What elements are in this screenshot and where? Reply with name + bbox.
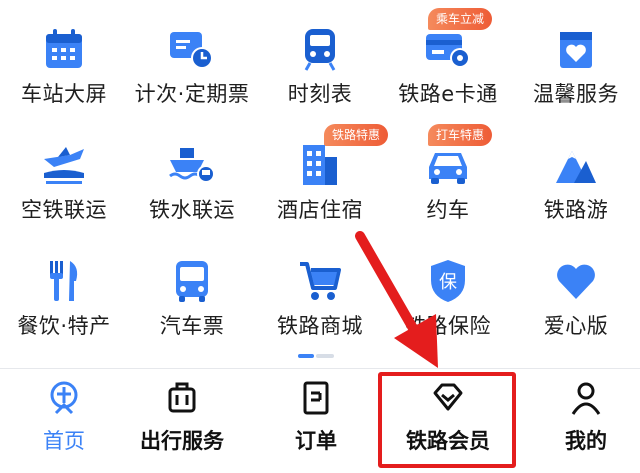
ticket-clock-icon <box>167 26 217 72</box>
hotel-icon <box>295 142 345 188</box>
insurance-icon-text: 保 <box>439 272 457 293</box>
service-label: 铁路商城 <box>277 314 363 338</box>
car-icon <box>423 142 473 188</box>
service-food-specialty[interactable]: 餐饮·特产 <box>0 232 128 344</box>
tab-label: 出行服务 <box>140 429 224 453</box>
service-rail-water[interactable]: 铁水联运 <box>128 116 256 228</box>
service-railway-insurance[interactable]: 保 铁路保险 <box>384 232 512 344</box>
calendar-board-icon <box>39 26 89 72</box>
highlight-box <box>378 372 516 468</box>
tab-label: 我的 <box>565 429 607 453</box>
service-multi-ride-ticket[interactable]: 计次·定期票 <box>128 0 256 112</box>
service-label: 汽车票 <box>159 314 225 338</box>
bottom-tab-bar: 首页 出行服务 订单 铁路会员 我的 <box>0 368 640 473</box>
service-bus-ticket[interactable]: 汽车票 <box>128 232 256 344</box>
service-label: 温馨服务 <box>533 82 619 106</box>
cart-icon <box>295 258 345 304</box>
tab-travel-services[interactable]: 出行服务 <box>118 369 246 473</box>
home-railway-icon <box>48 381 80 415</box>
person-icon <box>570 381 602 415</box>
plane-train-icon <box>39 142 89 188</box>
service-railway-mall[interactable]: 铁路商城 <box>256 232 384 344</box>
service-label: 餐饮·特产 <box>17 314 111 338</box>
train-front-icon <box>295 26 345 72</box>
service-hotel[interactable]: 铁路特惠 酒店住宿 <box>256 116 389 228</box>
service-caring-service[interactable]: 温馨服务 <box>512 0 640 112</box>
tab-label: 首页 <box>43 429 85 453</box>
order-icon <box>300 381 332 415</box>
fork-knife-icon <box>39 258 89 304</box>
page-indicator <box>298 354 338 358</box>
service-panel: 车站大屏 计次·定期票 时刻表 乘车立减 铁路e卡通 温馨服务 空铁联运 铁水联… <box>0 0 640 368</box>
page-dot <box>316 354 334 358</box>
service-air-rail[interactable]: 空铁联运 <box>0 116 128 228</box>
service-care-mode[interactable]: 爱心版 <box>512 232 640 344</box>
service-label: 铁水联运 <box>149 198 235 222</box>
service-label: 铁路游 <box>543 198 609 222</box>
service-label: 酒店住宿 <box>277 198 363 222</box>
service-label: 空铁联运 <box>21 198 107 222</box>
page-dot-active <box>298 354 314 358</box>
service-label: 铁路保险 <box>405 314 491 338</box>
shield-insurance-icon: 保 <box>423 258 473 304</box>
heart-box-icon <box>551 26 601 72</box>
luggage-icon <box>166 381 198 415</box>
service-railway-ecard[interactable]: 乘车立减 铁路e卡通 <box>384 0 512 112</box>
service-station-screen[interactable]: 车站大屏 <box>0 0 128 112</box>
service-label: 时刻表 <box>287 82 353 106</box>
service-label: 铁路e卡通 <box>398 82 498 106</box>
tab-label: 订单 <box>295 429 337 453</box>
service-label: 车站大屏 <box>21 82 107 106</box>
service-timetable[interactable]: 时刻表 <box>256 0 384 112</box>
service-label: 爱心版 <box>543 314 609 338</box>
card-icon <box>423 26 473 72</box>
service-railway-tour[interactable]: 铁路游 <box>512 116 640 228</box>
tab-mine[interactable]: 我的 <box>522 369 640 473</box>
service-car-hailing[interactable]: 打车特惠 约车 <box>384 116 512 228</box>
bus-icon <box>167 258 217 304</box>
tab-home[interactable]: 首页 <box>0 369 128 473</box>
service-label: 约车 <box>426 198 470 222</box>
heart-icon <box>551 258 601 304</box>
service-label: 计次·定期票 <box>134 82 250 106</box>
mountain-icon <box>551 142 601 188</box>
tab-orders[interactable]: 订单 <box>252 369 380 473</box>
ship-train-icon <box>167 142 217 188</box>
